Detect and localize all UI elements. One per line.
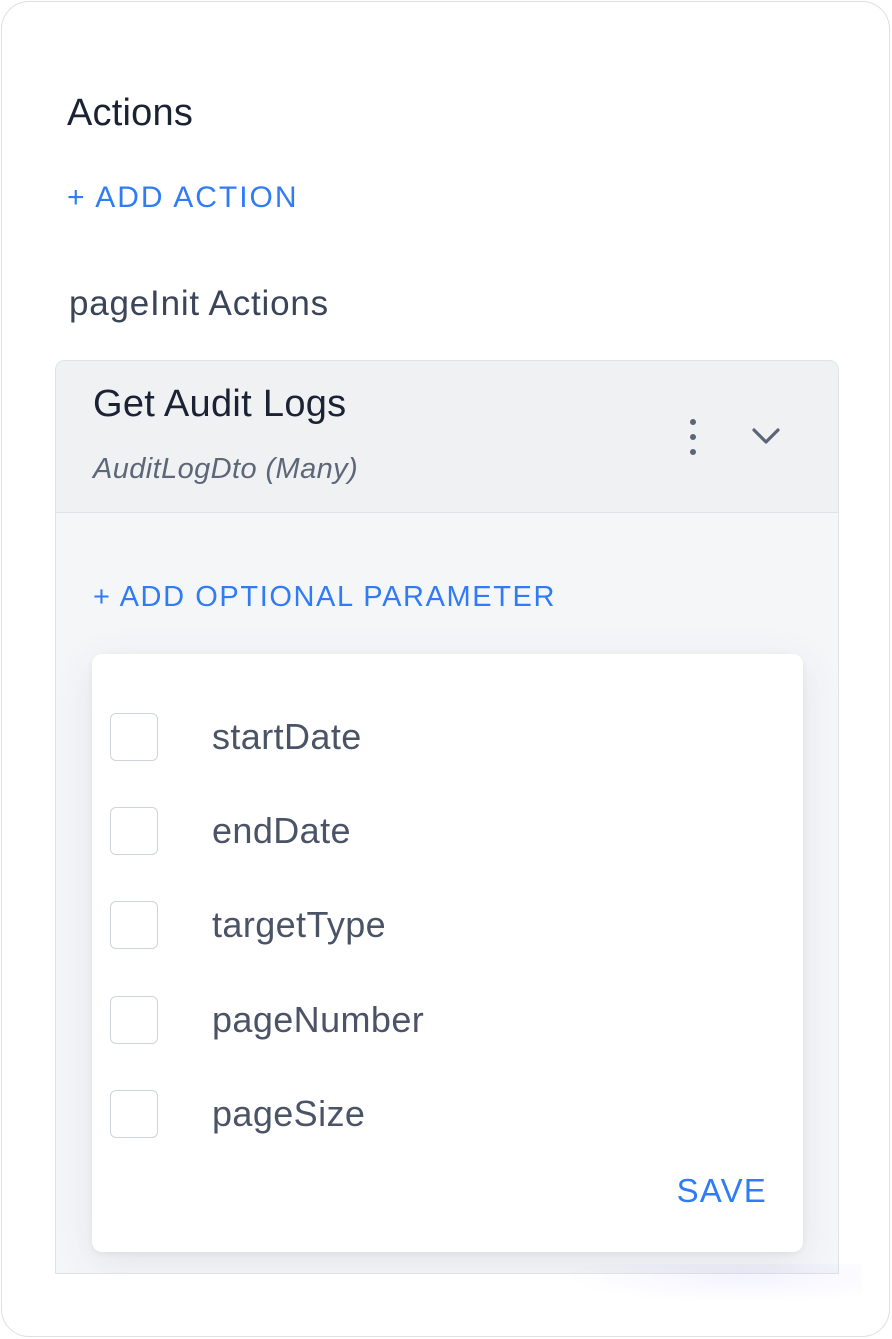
add-action-button[interactable]: + ADD ACTION xyxy=(67,178,299,218)
parameter-label: targetType xyxy=(212,904,387,945)
parameter-label: pageSize xyxy=(212,1093,366,1134)
parameter-checkbox[interactable] xyxy=(110,996,158,1044)
actions-panel: Actions + ADD ACTION pageInit Actions Ge… xyxy=(1,1,890,1337)
action-card: Get Audit Logs AuditLogDto (Many) + ADD … xyxy=(55,360,839,1274)
section-title: pageInit Actions xyxy=(69,284,329,323)
parameter-option[interactable]: startDate xyxy=(92,707,803,801)
parameter-checkbox[interactable] xyxy=(110,1090,158,1138)
action-title: Get Audit Logs xyxy=(93,383,347,425)
parameter-label: pageNumber xyxy=(212,999,425,1040)
parameter-label: startDate xyxy=(212,716,362,757)
parameter-checkbox[interactable] xyxy=(110,901,158,949)
action-card-body: + ADD OPTIONAL PARAMETER startDate endDa… xyxy=(56,513,838,1273)
action-subtitle: AuditLogDto (Many) xyxy=(93,453,359,485)
parameter-label: endDate xyxy=(212,810,351,851)
optional-parameter-menu: startDate endDate targetType pageNumber xyxy=(92,654,803,1252)
kebab-menu-icon[interactable] xyxy=(678,415,708,459)
parameter-option[interactable]: pageNumber xyxy=(92,990,803,1084)
action-card-header[interactable]: Get Audit Logs AuditLogDto (Many) xyxy=(56,361,838,513)
parameter-option[interactable]: pageSize xyxy=(92,1084,803,1178)
parameter-checkbox[interactable] xyxy=(110,807,158,855)
chevron-down-icon[interactable] xyxy=(746,419,786,453)
panel-title: Actions xyxy=(67,92,194,134)
parameter-option[interactable]: endDate xyxy=(92,801,803,895)
parameter-checkbox[interactable] xyxy=(110,713,158,761)
save-button[interactable]: SAVE xyxy=(677,1170,767,1212)
add-optional-parameter-button[interactable]: + ADD OPTIONAL PARAMETER xyxy=(93,577,556,617)
parameter-option[interactable]: targetType xyxy=(92,895,803,989)
